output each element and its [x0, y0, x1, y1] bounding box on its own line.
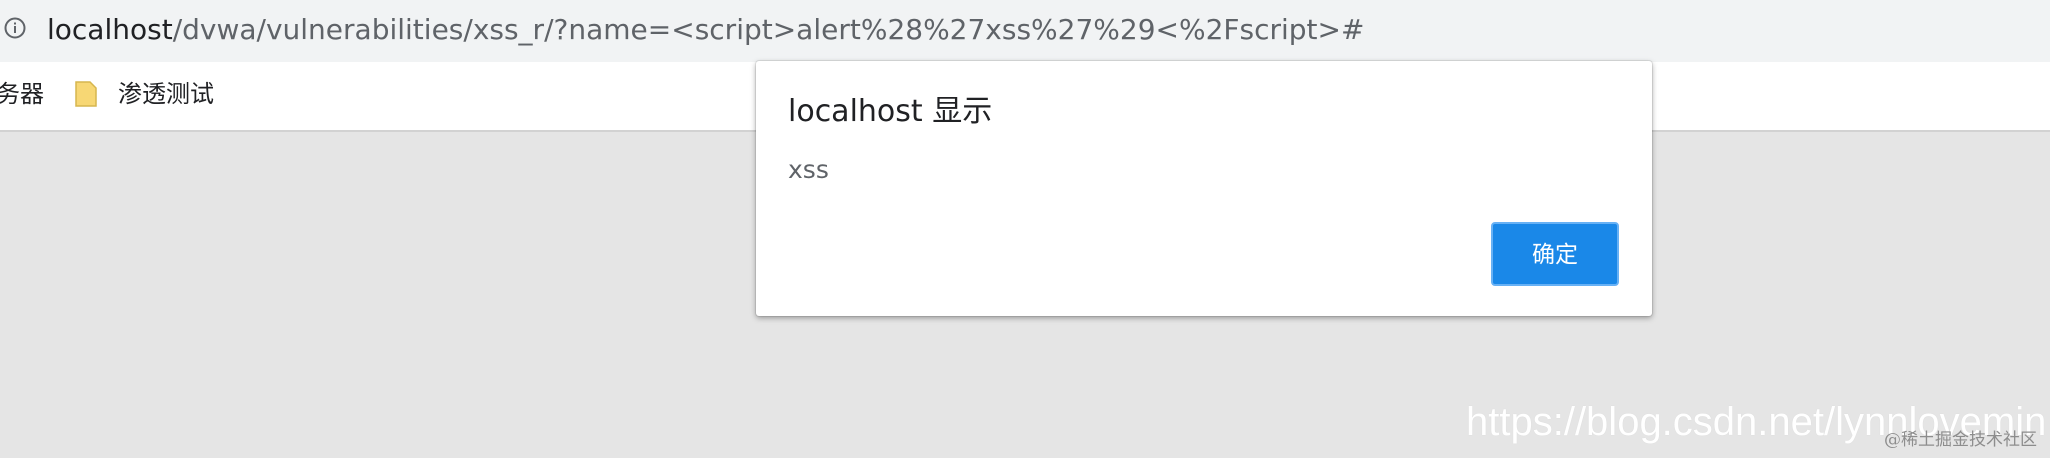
watermark-juejin: @稀土掘金技术社区	[1884, 430, 2037, 450]
url-text[interactable]: localhost/dvwa/vulnerabilities/xss_r/?na…	[47, 13, 1364, 47]
dialog-title: localhost 显示	[788, 94, 993, 129]
url-path: /dvwa/vulnerabilities/xss_r/?name=<scrip…	[172, 13, 1365, 46]
alert-dialog: localhost 显示 xss 确定	[756, 61, 1652, 316]
address-bar[interactable]: localhost/dvwa/vulnerabilities/xss_r/?na…	[0, 0, 2050, 62]
info-icon[interactable]	[4, 17, 26, 39]
bookmark-folder[interactable]: 渗透测试	[74, 79, 214, 109]
bookmark-item-partial[interactable]: 务器	[0, 79, 44, 109]
ok-button[interactable]: 确定	[1491, 222, 1619, 286]
url-host: localhost	[47, 13, 173, 46]
bookmark-folder-label: 渗透测试	[118, 80, 214, 108]
dialog-message: xss	[788, 155, 829, 184]
folder-icon	[74, 80, 98, 108]
